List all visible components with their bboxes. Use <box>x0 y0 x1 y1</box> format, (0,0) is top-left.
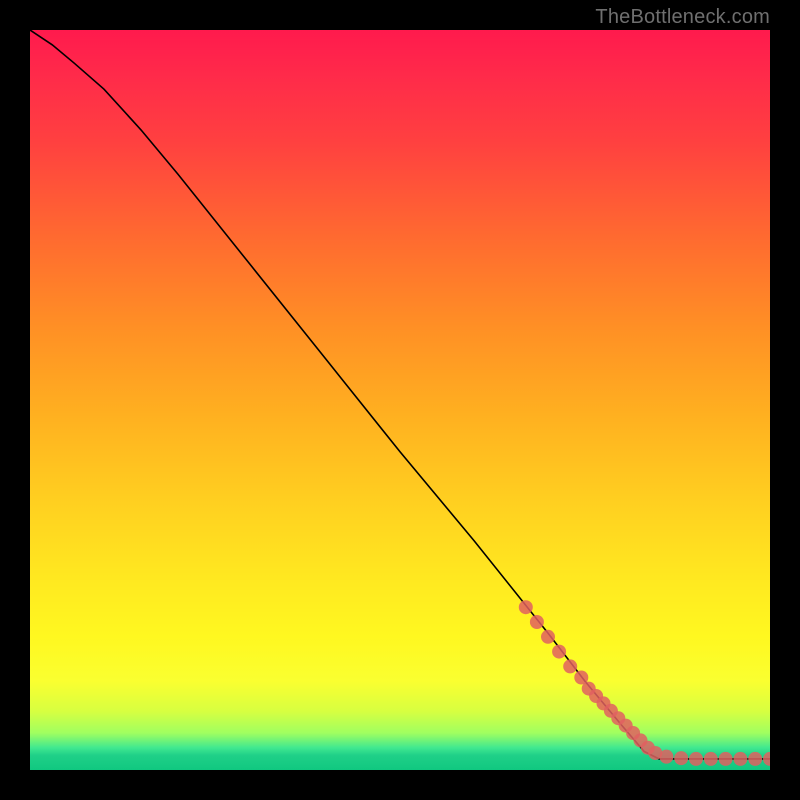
chart-frame: TheBottleneck.com <box>0 0 800 800</box>
point-highlighted-segment <box>519 600 533 614</box>
point-highlighted-segment <box>733 752 747 766</box>
point-highlighted-segment <box>541 630 555 644</box>
series-curve <box>30 30 770 759</box>
point-highlighted-segment <box>674 751 688 765</box>
point-highlighted-segment <box>659 750 673 764</box>
point-highlighted-segment <box>763 752 770 766</box>
point-highlighted-segment <box>748 752 762 766</box>
point-highlighted-segment <box>530 615 544 629</box>
chart-svg <box>30 30 770 770</box>
point-highlighted-segment <box>689 752 703 766</box>
point-highlighted-segment <box>563 659 577 673</box>
plot-area <box>30 30 770 770</box>
watermark-text: TheBottleneck.com <box>595 6 770 29</box>
point-highlighted-segment <box>704 752 718 766</box>
point-highlighted-segment <box>552 645 566 659</box>
point-highlighted-segment <box>719 752 733 766</box>
